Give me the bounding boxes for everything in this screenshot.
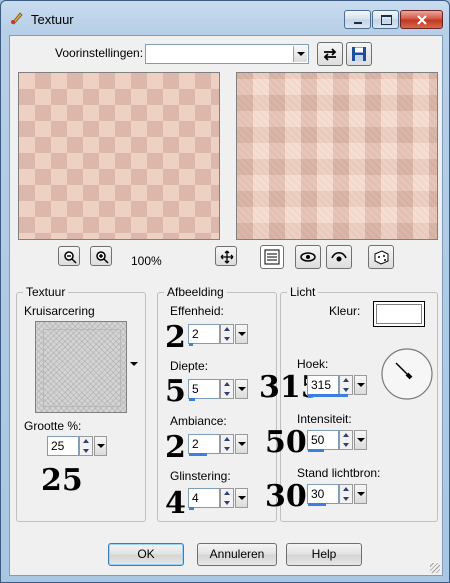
angle-input[interactable]: 315 (307, 375, 339, 395)
proof-button[interactable] (260, 245, 284, 269)
result-preview[interactable] (236, 72, 438, 240)
ambience-dropdown[interactable] (235, 434, 248, 454)
size-annotation: 25 (41, 463, 83, 498)
elevation-label: Stand lichtbron: (297, 466, 381, 480)
zoom-level: 100% (131, 254, 162, 268)
texture-pattern-name: Kruisarcering (24, 304, 95, 318)
ambience-level-bar (189, 453, 207, 456)
save-preset-icon (352, 47, 366, 61)
chevron-down-icon[interactable] (293, 46, 307, 62)
intensity-level-bar (308, 449, 324, 452)
maximize-button[interactable] (372, 10, 399, 29)
presets-combo[interactable] (145, 44, 309, 64)
smoothness-annotation: 2 (165, 320, 186, 355)
cancel-button[interactable]: Annuleren (197, 543, 277, 566)
zoom-in-button[interactable] (90, 246, 112, 266)
intensity-dropdown[interactable] (354, 430, 367, 450)
size-dropdown[interactable] (94, 436, 107, 456)
texture-group: Textuur Kruisarcering Grootte %: 25 25 (16, 285, 146, 522)
ambience-annotation: 2 (165, 430, 186, 465)
minimize-icon (354, 22, 362, 24)
zoom-out-icon (64, 251, 77, 264)
light-group-title: Licht (287, 285, 319, 299)
light-color-swatch[interactable] (373, 301, 425, 327)
texture-swatch[interactable] (35, 321, 127, 413)
depth-input[interactable]: 5 (188, 379, 220, 399)
move-button[interactable] (215, 246, 237, 266)
shininess-label: Glinstering: (170, 469, 231, 483)
resize-grip[interactable] (430, 563, 440, 573)
image-group: Afbeelding Effenheid: 2 2 Diepte: 5 5 Am… (157, 285, 277, 522)
randomize-icon (331, 251, 347, 262)
texture-dropdown-arrow[interactable] (130, 362, 138, 366)
smoothness-dropdown[interactable] (235, 324, 248, 344)
smoothness-input[interactable]: 2 (188, 324, 220, 344)
elevation-level-bar (308, 503, 326, 506)
save-preset-button[interactable] (346, 42, 372, 66)
move-icon (220, 250, 234, 264)
elevation-annotation: 30 (265, 479, 307, 514)
zoom-out-button[interactable] (58, 246, 80, 266)
intensity-input[interactable]: 50 (307, 430, 339, 450)
angle-label: Hoek: (297, 357, 329, 371)
elevation-input[interactable]: 30 (307, 484, 339, 504)
dialog-client-area: Voorinstellingen: 100% Textuur Kruisarce… (9, 35, 443, 576)
shininess-input[interactable]: 4 (188, 488, 220, 508)
close-button[interactable] (400, 10, 443, 29)
undo-arrows-icon (323, 48, 337, 61)
maximize-icon (381, 15, 392, 25)
light-color-label: Kleur: (329, 304, 361, 318)
presets-label: Voorinstellingen: (55, 46, 144, 60)
size-up-down[interactable] (79, 436, 93, 456)
zoom-in-icon (96, 251, 109, 264)
texture-group-title: Textuur (23, 285, 69, 299)
dice-icon (374, 250, 389, 265)
proof-icon (264, 249, 280, 265)
original-preview[interactable] (18, 72, 220, 240)
randomize-button[interactable] (326, 245, 352, 269)
elevation-dropdown[interactable] (354, 484, 367, 504)
intensity-label: Intensiteit: (297, 412, 352, 426)
reset-icon (300, 252, 316, 262)
depth-dropdown[interactable] (235, 379, 248, 399)
title-bar[interactable]: Textuur (1, 1, 449, 35)
texture-dialog-window: Textuur Voorinstellingen: 100% Textuur K… (0, 0, 450, 583)
size-input[interactable]: 25 (47, 436, 79, 456)
intensity-up-down[interactable] (339, 430, 353, 450)
minimize-button[interactable] (344, 10, 371, 29)
help-button[interactable]: Help (286, 543, 362, 566)
smoothness-level-bar (189, 343, 193, 346)
angle-dial[interactable] (380, 347, 434, 401)
app-icon (11, 12, 23, 25)
random-settings-button[interactable] (368, 245, 394, 269)
light-group: Licht Kleur: Hoek: 315 315 Intensiteit: … (259, 285, 438, 522)
depth-up-down[interactable] (220, 379, 234, 399)
shininess-level-bar (189, 507, 194, 510)
angle-dropdown[interactable] (354, 375, 367, 395)
depth-annotation: 5 (165, 374, 186, 409)
shininess-annotation: 4 (165, 486, 186, 521)
depth-level-bar (189, 398, 195, 401)
ambience-label: Ambiance: (170, 414, 227, 428)
auto-proof-button[interactable] (295, 245, 321, 269)
intensity-annotation: 50 (265, 425, 307, 460)
ambience-input[interactable]: 2 (188, 434, 220, 454)
ok-button[interactable]: OK (108, 543, 184, 566)
size-label: Grootte %: (24, 419, 82, 433)
ambience-up-down[interactable] (220, 434, 234, 454)
smoothness-up-down[interactable] (220, 324, 234, 344)
undo-arrows-button[interactable] (317, 42, 343, 66)
smoothness-label: Effenheid: (170, 304, 224, 318)
shininess-dropdown[interactable] (235, 488, 248, 508)
close-icon (417, 15, 427, 25)
window-title: Textuur (31, 12, 74, 27)
angle-level-bar (308, 394, 348, 397)
image-group-title: Afbeelding (164, 285, 227, 299)
depth-label: Diepte: (170, 359, 209, 373)
shininess-up-down[interactable] (220, 488, 234, 508)
angle-up-down[interactable] (339, 375, 353, 395)
elevation-up-down[interactable] (339, 484, 353, 504)
